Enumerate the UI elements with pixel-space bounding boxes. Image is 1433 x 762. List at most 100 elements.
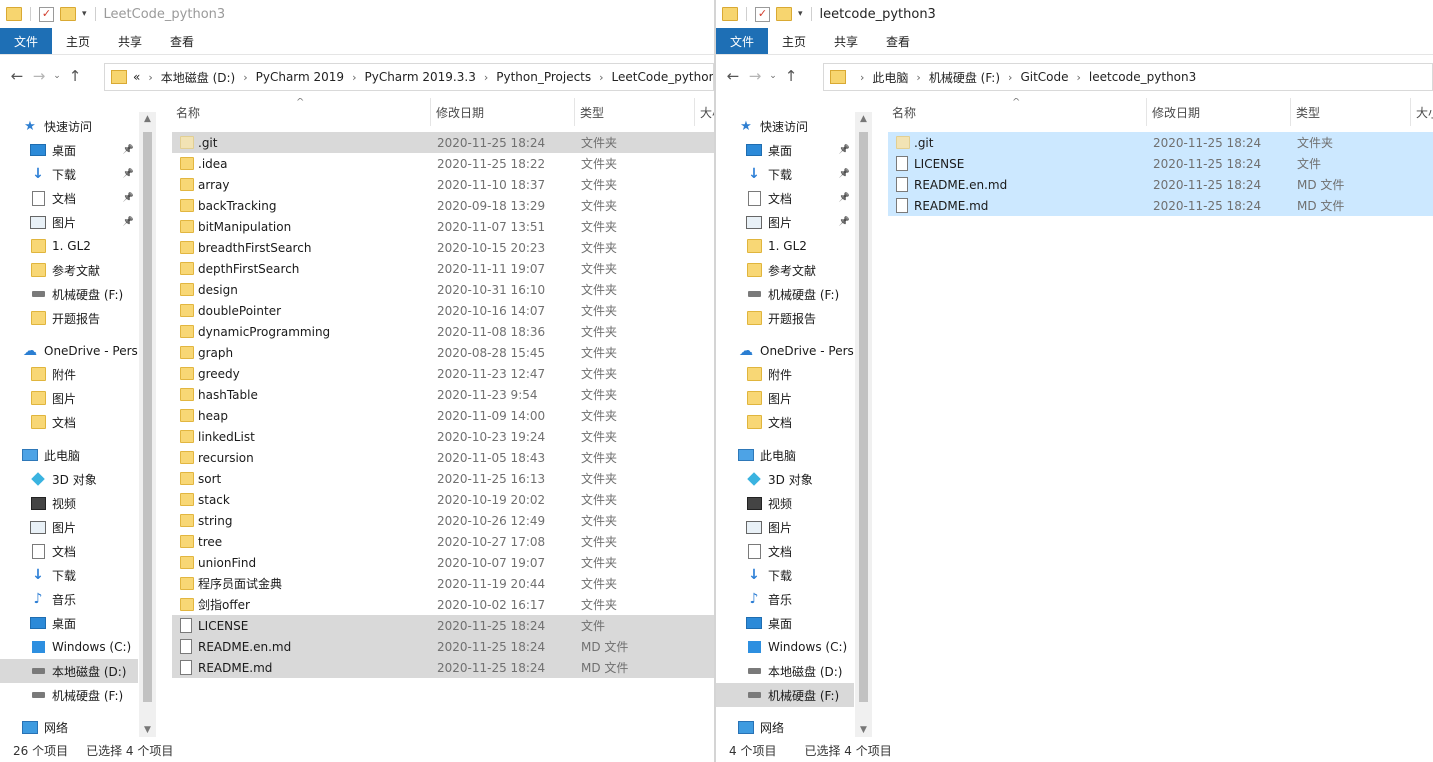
sidebar-item[interactable]: 此电脑: [0, 443, 138, 467]
scrollbar-thumb[interactable]: [143, 132, 152, 702]
sidebar-item[interactable]: 桌面 📌: [0, 138, 138, 162]
file-row[interactable]: recursion 2020-11-05 18:43 文件夹: [172, 447, 714, 468]
file-row[interactable]: README.en.md 2020-11-25 18:24 MD 文件: [172, 636, 714, 657]
breadcrumb-separator-icon[interactable]: ›: [352, 71, 356, 84]
file-row[interactable]: 程序员面试金典 2020-11-19 20:44 文件夹: [172, 573, 714, 594]
file-row[interactable]: .idea 2020-11-25 18:22 文件夹: [172, 153, 714, 174]
sidebar-item[interactable]: 网络: [0, 715, 138, 737]
sidebar-item[interactable]: Windows (C:): [716, 635, 854, 659]
breadcrumb-separator-icon[interactable]: ›: [1008, 71, 1012, 84]
sidebar-item[interactable]: 视频: [0, 491, 138, 515]
file-row[interactable]: stack 2020-10-19 20:02 文件夹: [172, 489, 714, 510]
sidebar-item[interactable]: 机械硬盘 (F:): [0, 683, 138, 707]
sidebar-item[interactable]: 图片: [716, 515, 854, 539]
recent-locations-chevron-icon[interactable]: ⌄: [50, 71, 64, 81]
sidebar-item[interactable]: 桌面: [716, 611, 854, 635]
file-row[interactable]: unionFind 2020-10-07 19:07 文件夹: [172, 552, 714, 573]
forward-arrow-icon[interactable]: →: [28, 67, 50, 85]
properties-icon[interactable]: ✓: [39, 6, 54, 22]
sidebar-item[interactable]: 3D 对象: [716, 467, 854, 491]
sidebar-item[interactable]: 1. GL2: [716, 234, 854, 258]
sidebar-item[interactable]: 附件: [0, 362, 138, 386]
tab-home[interactable]: 主页: [52, 28, 104, 54]
file-row[interactable]: linkedList 2020-10-23 19:24 文件夹: [172, 426, 714, 447]
pin-icon[interactable]: 📌: [123, 169, 134, 179]
pin-icon[interactable]: 📌: [839, 193, 850, 203]
sidebar-item[interactable]: 3D 对象: [0, 467, 138, 491]
scrollbar-thumb[interactable]: [859, 132, 868, 702]
column-type[interactable]: 类型: [576, 98, 604, 126]
sidebar-item[interactable]: 附件: [716, 362, 854, 386]
column-name[interactable]: 名称: [888, 98, 916, 126]
column-divider[interactable]: [694, 98, 695, 126]
sidebar-item[interactable]: 文档: [716, 539, 854, 563]
file-row[interactable]: 剑指offer 2020-10-02 16:17 文件夹: [172, 594, 714, 615]
pin-icon[interactable]: 📌: [123, 145, 134, 155]
up-arrow-icon[interactable]: ↑: [64, 67, 86, 85]
breadcrumb-overflow[interactable]: «: [133, 70, 140, 84]
new-folder-icon[interactable]: [776, 7, 792, 21]
column-type[interactable]: 类型: [1292, 98, 1320, 126]
sidebar-item[interactable]: 文档 📌: [716, 186, 854, 210]
column-divider[interactable]: [1146, 98, 1147, 126]
sidebar-item[interactable]: 网络: [716, 715, 854, 737]
breadcrumb-item[interactable]: PyCharm 2019.3.3: [364, 70, 475, 84]
breadcrumb-item[interactable]: 本地磁盘 (D:): [161, 69, 235, 86]
back-arrow-icon[interactable]: ←: [6, 67, 28, 85]
sidebar-item[interactable]: ↓ 下载: [0, 563, 138, 587]
up-arrow-icon[interactable]: ↑: [780, 67, 802, 85]
scroll-down-icon[interactable]: ▼: [139, 725, 156, 735]
address-bar[interactable]: « › 本地磁盘 (D:) › PyCharm 2019 › PyCharm 2…: [104, 63, 714, 91]
sidebar-item[interactable]: 图片: [0, 386, 138, 410]
sidebar-item[interactable]: 桌面: [0, 611, 138, 635]
scroll-up-icon[interactable]: ▲: [855, 114, 872, 124]
sidebar-item[interactable]: ↓ 下载: [716, 563, 854, 587]
column-divider[interactable]: [574, 98, 575, 126]
sidebar-item[interactable]: 桌面 📌: [716, 138, 854, 162]
sidebar-item[interactable]: 图片 📌: [0, 210, 138, 234]
breadcrumb-item[interactable]: Python_Projects: [496, 70, 591, 84]
file-row[interactable]: doublePointer 2020-10-16 14:07 文件夹: [172, 300, 714, 321]
file-row[interactable]: bitManipulation 2020-11-07 13:51 文件夹: [172, 216, 714, 237]
recent-locations-chevron-icon[interactable]: ⌄: [766, 71, 780, 81]
column-size[interactable]: 大小: [696, 98, 714, 126]
column-divider[interactable]: [430, 98, 431, 126]
sidebar-item[interactable]: 机械硬盘 (F:): [0, 282, 138, 306]
properties-icon[interactable]: ✓: [755, 6, 770, 22]
file-row[interactable]: LICENSE 2020-11-25 18:24 文件: [888, 153, 1433, 174]
file-row[interactable]: heap 2020-11-09 14:00 文件夹: [172, 405, 714, 426]
sidebar-item[interactable]: 开题报告: [716, 306, 854, 330]
sidebar-item[interactable]: 图片: [0, 515, 138, 539]
tab-view[interactable]: 查看: [156, 28, 208, 54]
sidebar-item[interactable]: ☁ OneDrive - Perso: [0, 339, 138, 363]
customize-toolbar-icon[interactable]: ▾: [82, 9, 87, 19]
sidebar-item[interactable]: 图片: [716, 386, 854, 410]
sidebar-item[interactable]: 本地磁盘 (D:): [0, 659, 138, 683]
file-row[interactable]: tree 2020-10-27 17:08 文件夹: [172, 531, 714, 552]
breadcrumb-separator-icon[interactable]: ›: [860, 71, 864, 84]
folder-icon[interactable]: [722, 7, 738, 21]
sidebar-item[interactable]: 文档: [0, 539, 138, 563]
breadcrumb-separator-icon[interactable]: ›: [916, 71, 920, 84]
file-row[interactable]: backTracking 2020-09-18 13:29 文件夹: [172, 195, 714, 216]
sidebar-item[interactable]: ☁ OneDrive - Perso: [716, 339, 854, 363]
sidebar-item[interactable]: ↓ 下载 📌: [0, 162, 138, 186]
file-row[interactable]: README.md 2020-11-25 18:24 MD 文件: [888, 195, 1433, 216]
tab-share[interactable]: 共享: [820, 28, 872, 54]
file-row[interactable]: breadthFirstSearch 2020-10-15 20:23 文件夹: [172, 237, 714, 258]
file-row[interactable]: hashTable 2020-11-23 9:54 文件夹: [172, 384, 714, 405]
tab-file[interactable]: 文件: [0, 28, 53, 54]
column-divider[interactable]: [1290, 98, 1291, 126]
sidebar-item[interactable]: ★ 快速访问: [0, 114, 138, 138]
tab-home[interactable]: 主页: [768, 28, 820, 54]
sidebar-item[interactable]: ♪ 音乐: [716, 587, 854, 611]
file-row[interactable]: graph 2020-08-28 15:45 文件夹: [172, 342, 714, 363]
address-bar[interactable]: › 此电脑 › 机械硬盘 (F:) › GitCode › leetcode_p…: [823, 63, 1433, 91]
breadcrumb-separator-icon[interactable]: ›: [484, 71, 488, 84]
sidebar-item[interactable]: 图片 📌: [716, 210, 854, 234]
pin-icon[interactable]: 📌: [123, 193, 134, 203]
file-row[interactable]: greedy 2020-11-23 12:47 文件夹: [172, 363, 714, 384]
breadcrumb-separator-icon[interactable]: ›: [148, 71, 152, 84]
column-date-modified[interactable]: 修改日期: [1148, 98, 1200, 126]
sidebar-item[interactable]: 参考文献: [0, 258, 138, 282]
